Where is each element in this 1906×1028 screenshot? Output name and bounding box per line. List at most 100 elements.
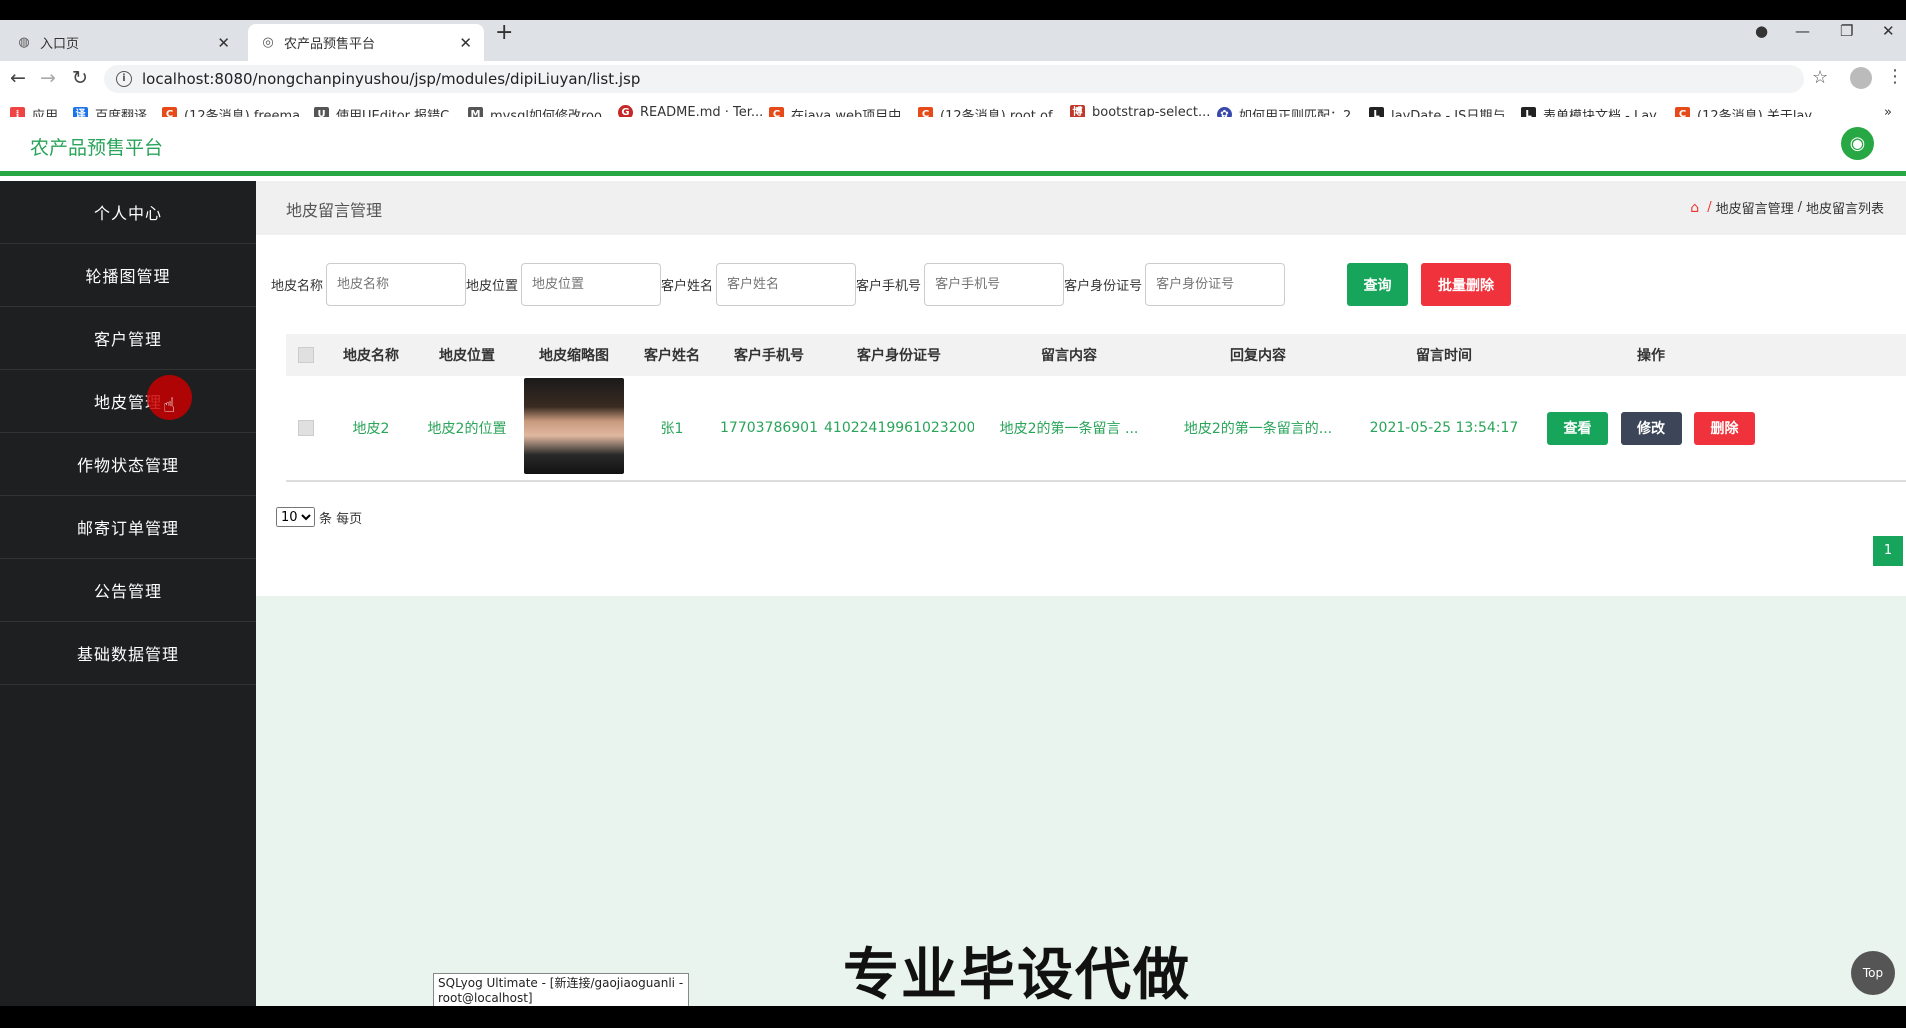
- hand-cursor-icon: ☝: [163, 393, 176, 417]
- shield-icon: ◎: [262, 34, 274, 50]
- watermark-text: 专业毕设代做: [843, 943, 1191, 1008]
- search-label: 地皮位置: [466, 279, 519, 294]
- main-content: 地皮留言管理 ⌂ / 地皮留言管理 / 地皮留言列表 地皮名称 地皮位置 客户姓…: [256, 181, 1906, 1006]
- bulk-delete-button[interactable]: 批量删除: [1421, 263, 1511, 306]
- tab-search-icon[interactable]: ●: [1755, 22, 1768, 40]
- delete-button[interactable]: 删除: [1693, 411, 1755, 445]
- sidebar-item-crop-status[interactable]: 作物状态管理: [0, 433, 256, 496]
- sidebar-item-label: 基础数据管理: [76, 645, 179, 664]
- column-header: 地皮缩略图: [539, 348, 609, 364]
- list-panel: 地皮名称 地皮位置 客户姓名 客户手机号 客户身份证号 查询 批量删除 地皮名称…: [256, 235, 1906, 596]
- taskbar-tooltip: SQLyog Ultimate - [新连接/gaojiaoguanli - r…: [433, 973, 689, 1007]
- browser-tab-app[interactable]: ◎ 农产品预售平台 ✕: [248, 24, 484, 61]
- customer-name-input[interactable]: [716, 263, 857, 306]
- customer-phone-input[interactable]: [924, 263, 1065, 306]
- sidebar-item-land[interactable]: 地皮管理: [0, 370, 256, 433]
- column-header: 客户姓名: [644, 348, 700, 364]
- sidebar-item-customers[interactable]: 客户管理: [0, 307, 256, 370]
- minimize-icon[interactable]: —: [1795, 22, 1810, 40]
- restore-icon[interactable]: ❐: [1840, 22, 1853, 40]
- column-header: 地皮位置: [439, 348, 495, 364]
- search-form: 地皮名称 地皮位置 客户姓名 客户手机号 客户身份证号: [271, 263, 1286, 306]
- back-icon[interactable]: ←: [10, 67, 26, 89]
- bookmark-star-icon[interactable]: ☆: [1812, 67, 1828, 88]
- sidebar-item-label: 客户管理: [93, 330, 162, 349]
- forward-icon[interactable]: →: [40, 67, 56, 89]
- globe-icon: ◍: [18, 34, 30, 50]
- column-header: 留言内容: [1041, 348, 1097, 364]
- back-to-top-button[interactable]: Top: [1851, 951, 1895, 995]
- edit-button[interactable]: 修改: [1620, 411, 1682, 445]
- breadcrumb-separator: /: [1797, 200, 1802, 215]
- cell-time: 2021-05-25 13:54:17: [1369, 420, 1519, 436]
- window-close-icon[interactable]: ✕: [1882, 22, 1895, 40]
- sidebar-item-label: 个人中心: [93, 204, 162, 223]
- tab-label: 入口页: [40, 37, 80, 52]
- land-thumbnail-image: [524, 378, 624, 474]
- sidebar-item-profile[interactable]: 个人中心: [0, 181, 256, 244]
- search-label: 客户姓名: [661, 279, 714, 294]
- page-size-select[interactable]: 10: [276, 507, 315, 527]
- menu-icon[interactable]: ⋮: [1886, 66, 1904, 87]
- url-text: localhost:8080/nongchanpinyushou/jsp/mod…: [142, 70, 641, 88]
- sidebar-item-notices[interactable]: 公告管理: [0, 559, 256, 622]
- browser-tabstrip: ◍ 入口页 ✕ ◎ 农产品预售平台 ✕: [0, 20, 1906, 61]
- sidebar-item-mail-orders[interactable]: 邮寄订单管理: [0, 496, 256, 559]
- table-row: 地皮2 地皮2的位置 张1 17703786901 41022419961023…: [286, 376, 1906, 482]
- cell-customer-name: 张1: [660, 421, 684, 437]
- page-number-button[interactable]: 1: [1873, 536, 1903, 566]
- bottom-black-bar: [0, 1006, 1906, 1028]
- sidebar-item-label: 公告管理: [93, 582, 162, 601]
- column-header: 地皮名称: [343, 348, 399, 364]
- screen: ◍ 入口页 ✕ ◎ 农产品预售平台 ✕ + ● — ❐ ✕ ← → ↻ i lo…: [0, 0, 1906, 1028]
- row-actions: 查看 修改 删除: [1536, 411, 1766, 445]
- breadcrumb-bar: 地皮留言管理 ⌂ / 地皮留言管理 / 地皮留言列表: [256, 181, 1906, 235]
- new-tab-icon[interactable]: +: [495, 20, 513, 45]
- search-label: 客户身份证号: [1064, 279, 1143, 294]
- cell-reply: 地皮2的第一条留言的...: [1183, 421, 1333, 437]
- column-header: 回复内容: [1230, 348, 1286, 364]
- land-location-input[interactable]: [521, 263, 662, 306]
- message-table: 地皮名称 地皮位置 地皮缩略图 客户姓名 客户手机号 客户身份证号 留言内容 回…: [286, 334, 1906, 482]
- user-icon[interactable]: ◉: [1841, 127, 1874, 160]
- sidebar-item-label: 轮播图管理: [85, 267, 171, 286]
- profile-avatar[interactable]: [1850, 67, 1872, 89]
- brand-title: 农产品预售平台: [30, 137, 164, 159]
- column-header: 客户身份证号: [857, 348, 941, 364]
- breadcrumb-item[interactable]: 地皮留言管理: [1716, 198, 1794, 217]
- address-bar: ← → ↻ i localhost:8080/nongchanpinyushou…: [0, 61, 1906, 97]
- cell-land-location: 地皮2的位置: [427, 421, 507, 437]
- table-header: 地皮名称 地皮位置 地皮缩略图 客户姓名 客户手机号 客户身份证号 留言内容 回…: [286, 334, 1906, 376]
- breadcrumb-item: 地皮留言列表: [1805, 202, 1884, 217]
- top-black-bar: [0, 0, 1906, 20]
- select-all-checkbox[interactable]: [298, 347, 314, 363]
- home-icon[interactable]: ⌂: [1690, 200, 1699, 216]
- column-header: 留言时间: [1416, 348, 1472, 364]
- row-checkbox[interactable]: [298, 420, 314, 436]
- query-button[interactable]: 查询: [1347, 263, 1408, 306]
- cell-customer-id: 410224199610232001: [824, 420, 974, 436]
- tab-label: 农产品预售平台: [284, 37, 376, 52]
- column-header: 客户手机号: [734, 348, 804, 364]
- customer-id-input[interactable]: [1145, 263, 1286, 306]
- land-name-input[interactable]: [326, 263, 467, 306]
- app-header: 农产品预售平台 ◉: [0, 117, 1906, 176]
- search-label: 客户手机号: [856, 279, 922, 294]
- search-label: 地皮名称: [271, 279, 324, 294]
- sidebar-item-base-data[interactable]: 基础数据管理: [0, 622, 256, 685]
- sidebar-item-carousel[interactable]: 轮播图管理: [0, 244, 256, 307]
- sidebar: 个人中心 轮播图管理 客户管理 地皮管理 作物状态管理 邮寄订单管理 公告管理 …: [0, 181, 256, 1006]
- close-icon[interactable]: ✕: [459, 34, 472, 52]
- browser-tab-entry[interactable]: ◍ 入口页 ✕: [4, 24, 242, 61]
- url-field[interactable]: i localhost:8080/nongchanpinyushou/jsp/m…: [104, 65, 1804, 93]
- page-title: 地皮留言管理: [286, 201, 383, 220]
- close-icon[interactable]: ✕: [217, 34, 230, 52]
- cell-customer-phone: 17703786901: [720, 420, 818, 436]
- view-button[interactable]: 查看: [1547, 411, 1609, 445]
- reload-icon[interactable]: ↻: [72, 67, 88, 89]
- info-icon[interactable]: i: [116, 71, 132, 87]
- sidebar-item-label: 邮寄订单管理: [76, 519, 179, 538]
- breadcrumb: ⌂ / 地皮留言管理 / 地皮留言列表: [1690, 198, 1884, 218]
- breadcrumb-separator: /: [1707, 200, 1712, 215]
- page-size-label: 条 每页: [319, 511, 363, 527]
